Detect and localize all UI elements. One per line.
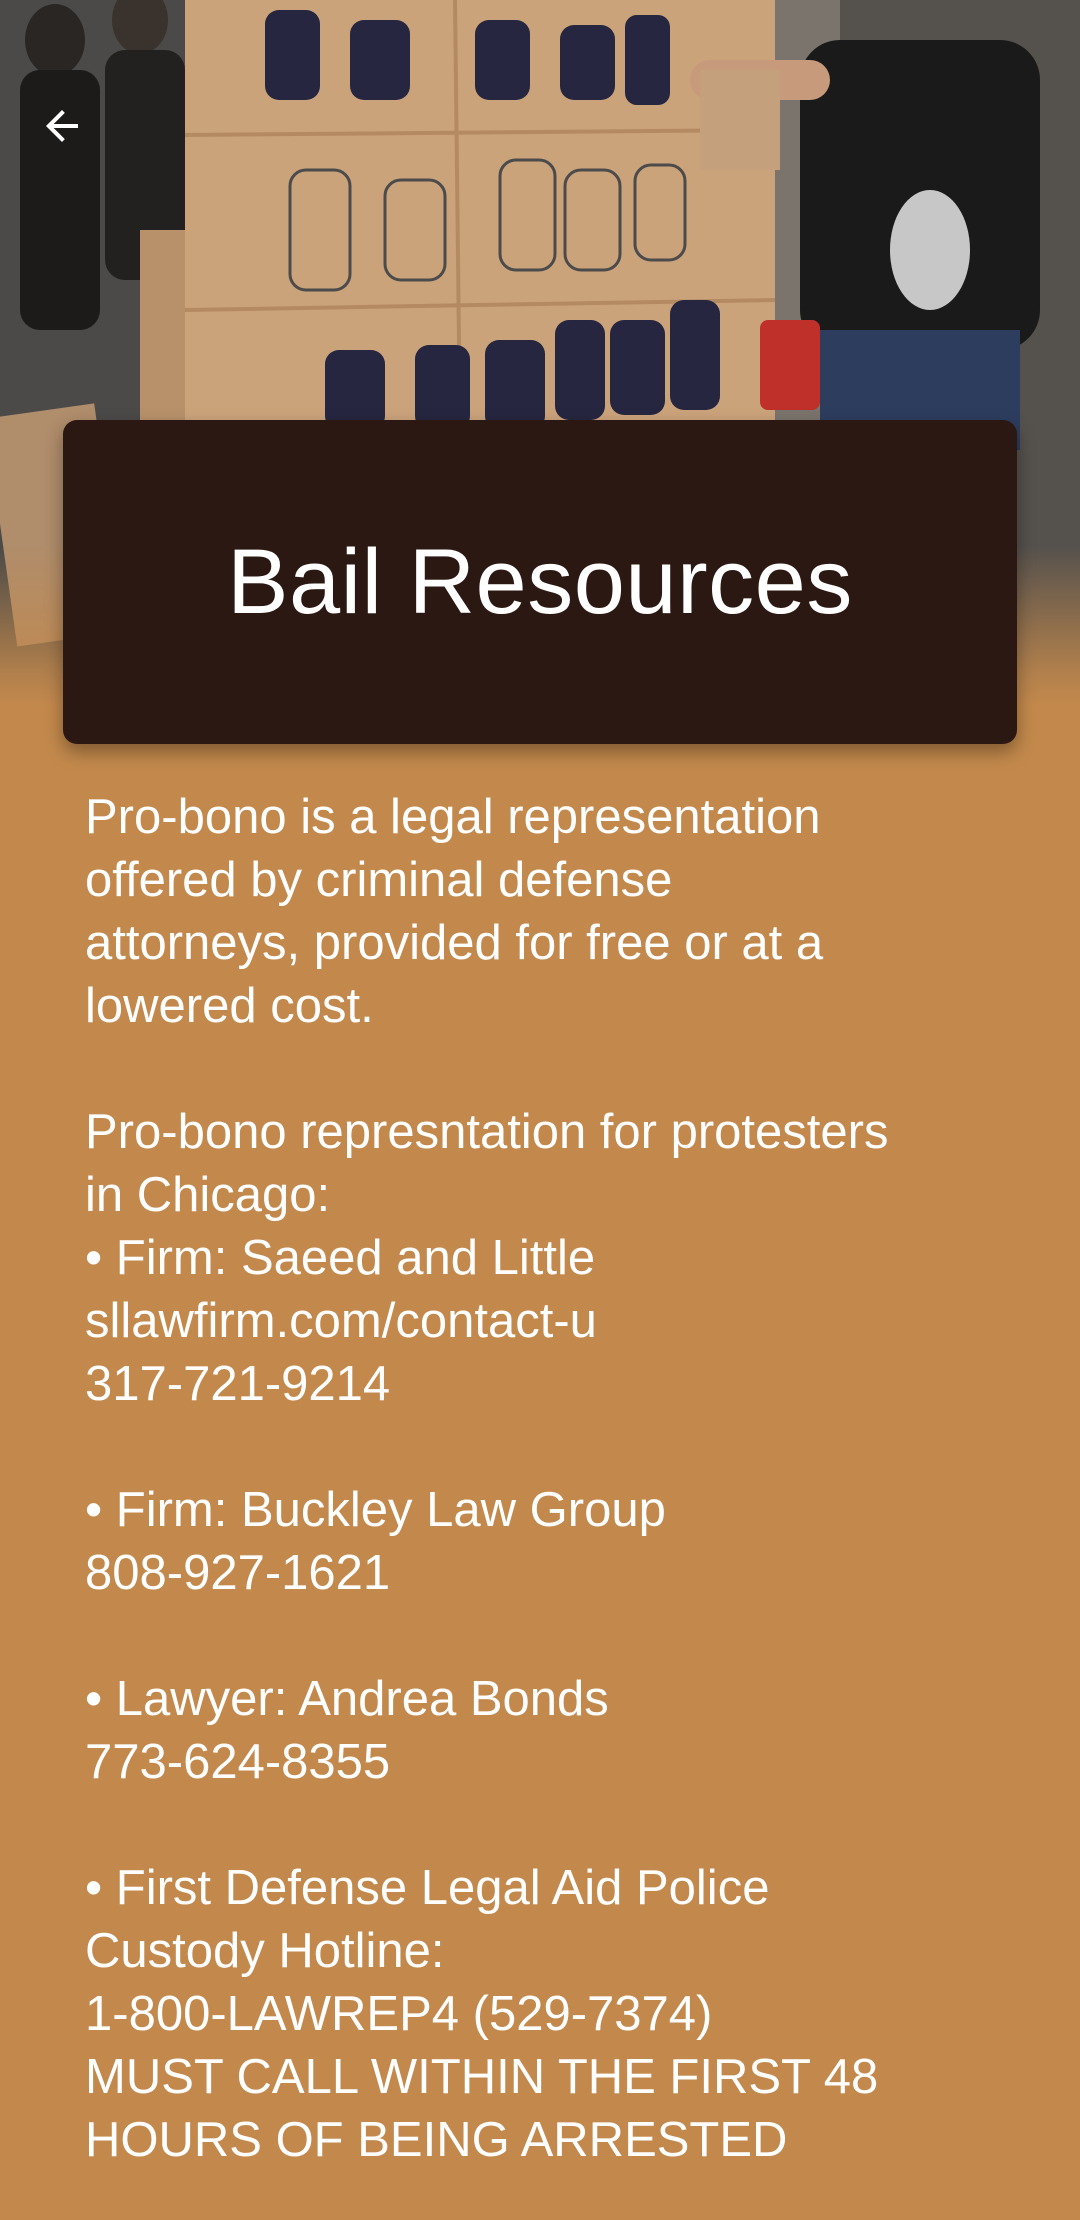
firm-name: • Firm: Buckley Law Group bbox=[85, 1483, 666, 1537]
section-heading: in Chicago: bbox=[85, 1168, 331, 1222]
hotline-warning: HOURS OF BEING ARRESTED bbox=[85, 2113, 788, 2167]
firm-phone-link[interactable]: 317-721-9214 bbox=[85, 1353, 1015, 1416]
firm-name: • Firm: Saeed and Little bbox=[85, 1231, 596, 1285]
intro-line: lowered cost. bbox=[85, 979, 374, 1033]
firm-phone-link[interactable]: 808-927-1621 bbox=[85, 1542, 1015, 1605]
lawyer-name: • Lawyer: Andrea Bonds bbox=[85, 1672, 609, 1726]
hotline-name: • First Defense Legal Aid Police bbox=[85, 1861, 770, 1915]
intro-line: Pro-bono is a legal representation bbox=[85, 790, 821, 844]
firm-website-link[interactable]: sllawfirm.com/contact-u bbox=[85, 1290, 1015, 1353]
title-card: Bail Resources bbox=[63, 420, 1017, 744]
resources-content: Pro-bono is a legal representation offer… bbox=[85, 786, 1015, 2172]
bail-resources-screen: Bail Resources Pro-bono is a legal repre… bbox=[0, 0, 1080, 2220]
hotline-name: Custody Hotline: bbox=[85, 1924, 445, 1978]
section-heading: Pro-bono represntation for protesters bbox=[85, 1105, 889, 1159]
page-title: Bail Resources bbox=[227, 530, 853, 633]
hotline-phone-link[interactable]: 1-800-LAWREP4 (529-7374) bbox=[85, 1983, 1015, 2046]
intro-line: offered by criminal defense bbox=[85, 853, 673, 907]
arrow-back-icon bbox=[46, 110, 78, 142]
intro-line: attorneys, provided for free or at a bbox=[85, 916, 824, 970]
hotline-warning: MUST CALL WITHIN THE FIRST 48 bbox=[85, 2050, 879, 2104]
lawyer-phone-link[interactable]: 773-624-8355 bbox=[85, 1731, 1015, 1794]
back-button[interactable] bbox=[24, 88, 100, 164]
